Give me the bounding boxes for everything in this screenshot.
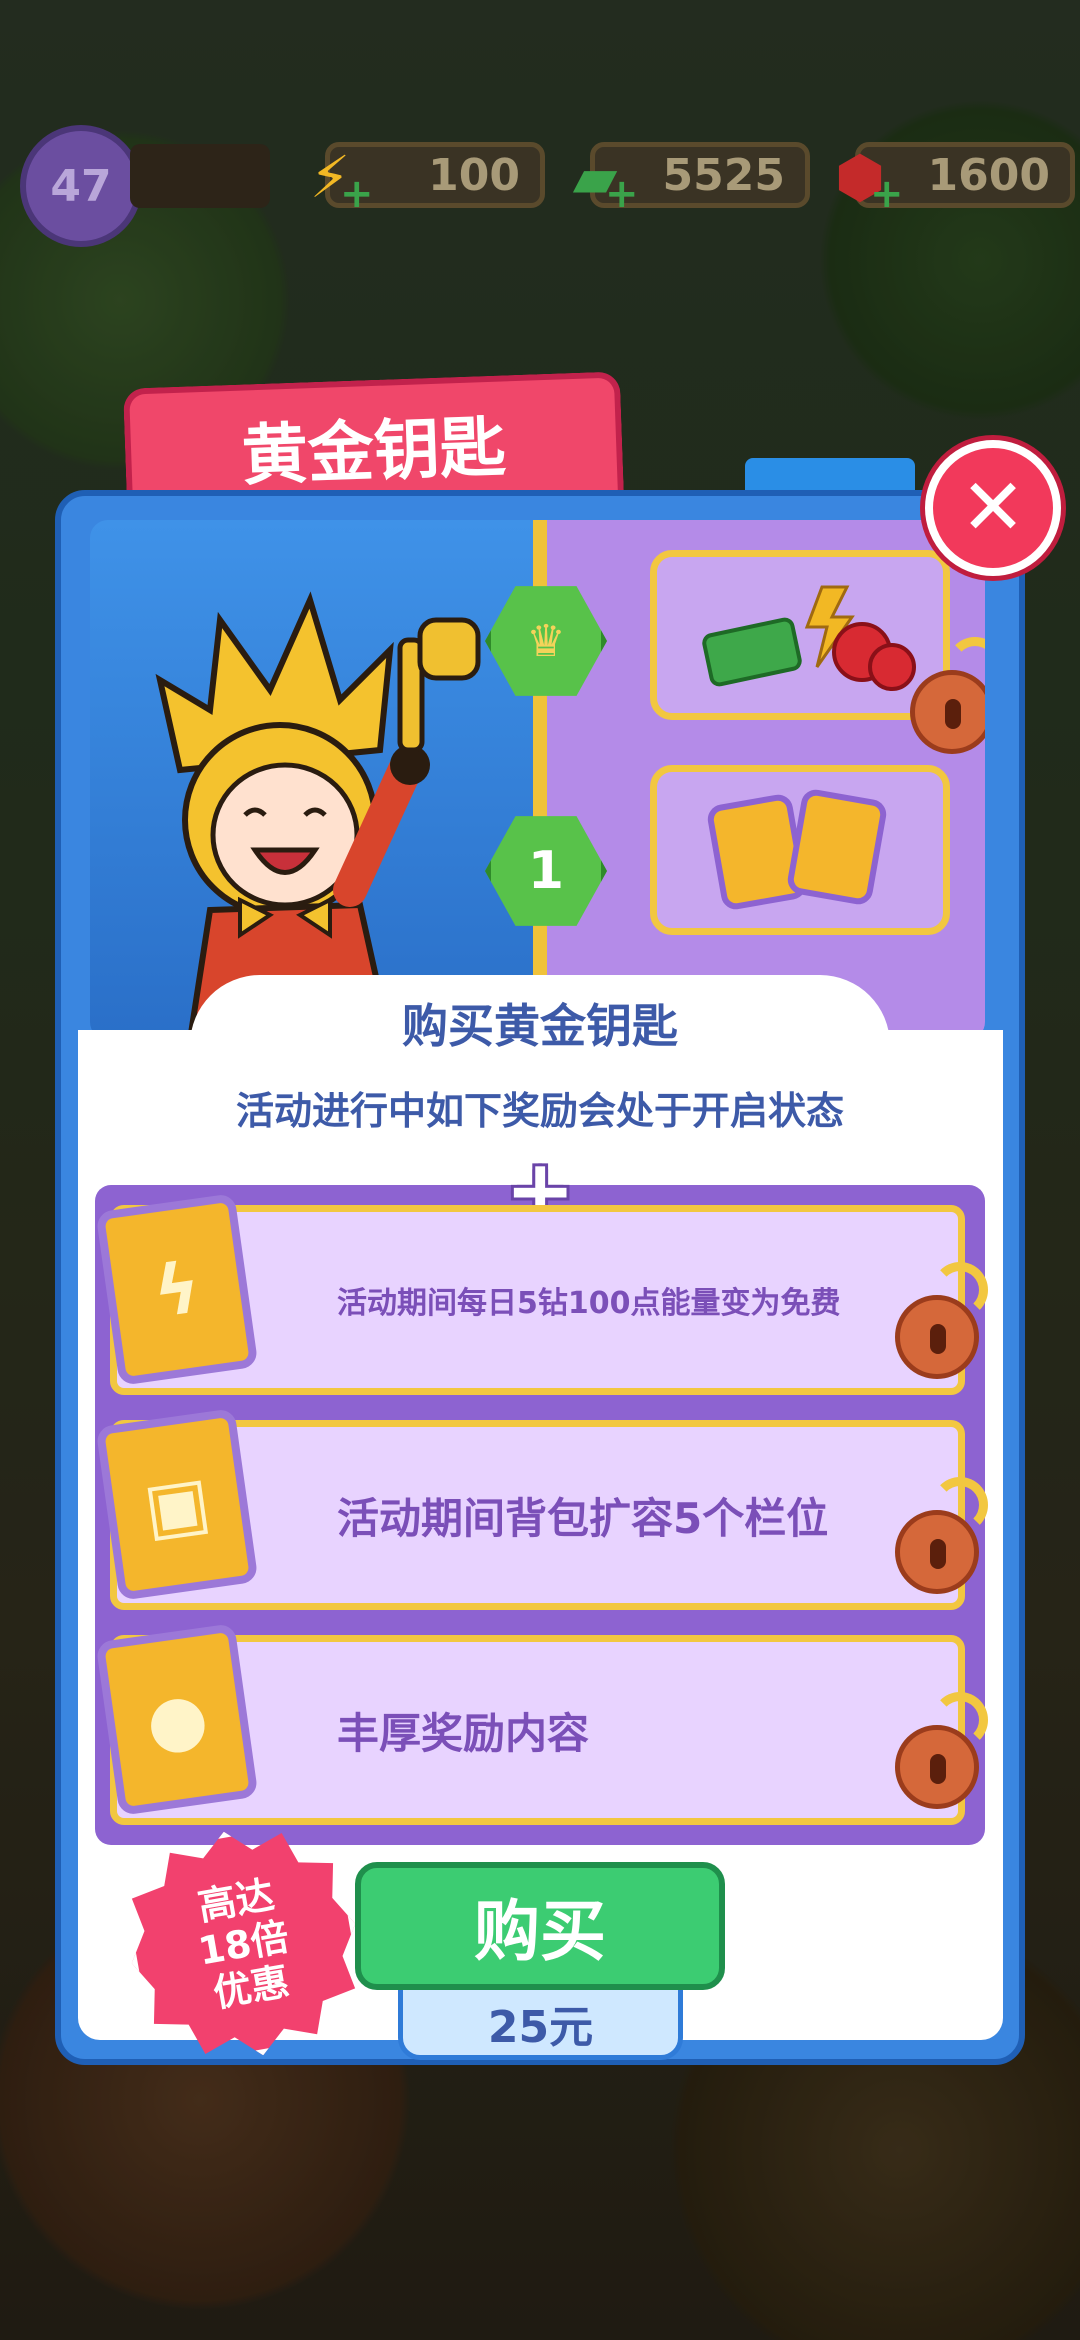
price-label: 25元: [398, 1990, 683, 2060]
close-button[interactable]: ✕: [925, 440, 1061, 576]
mascot-holding-key: [155, 591, 481, 1040]
add-gem-icon[interactable]: +: [870, 171, 904, 217]
lock-icon: [895, 1477, 988, 1594]
level-value: 47: [50, 160, 112, 212]
perk-text: 活动期间每日5钻100点能量变为免费: [337, 1286, 841, 1321]
resource-bundle-icon: [702, 585, 916, 691]
close-icon: ✕: [960, 463, 1026, 553]
tier-1-label: 1: [527, 841, 565, 901]
lock-icon: [895, 1262, 988, 1379]
cash-counter[interactable]: ▰ + 5525: [573, 142, 810, 217]
cash-value: 5525: [662, 149, 785, 201]
energy-value: 100: [428, 149, 520, 201]
purchase-description: 活动进行中如下奖励会处于开启状态: [235, 1089, 844, 1133]
gem-counter[interactable]: ⬢ + 1600: [835, 142, 1075, 217]
lock-icon: [895, 1692, 988, 1809]
lock-icon: [910, 637, 985, 754]
perk-row: ▣ 活动期间背包扩容5个栏位: [95, 1408, 965, 1610]
perk-text: 活动期间背包扩容5个栏位: [337, 1493, 829, 1543]
reward-preview: ♛ 1: [90, 520, 985, 1040]
reward-slot-resources[interactable]: [650, 550, 950, 720]
energy-card-icon: ϟ: [95, 1193, 259, 1386]
energy-counter[interactable]: ⚡ + 100: [310, 142, 545, 217]
reward-slot-cards[interactable]: [650, 765, 950, 935]
backpack-card-icon: ▣: [95, 1408, 259, 1601]
add-cash-icon[interactable]: +: [605, 171, 639, 217]
perk-row: ϟ 活动期间每日5钻100点能量变为免费: [95, 1193, 965, 1395]
bonus-cards-icon: [707, 789, 887, 910]
crown-icon: ♛: [526, 615, 566, 667]
add-energy-icon[interactable]: +: [340, 171, 374, 217]
perk-text: 丰厚奖励内容: [337, 1708, 590, 1758]
buy-button[interactable]: 购买: [355, 1862, 725, 1990]
purchase-subtitle: 购买黄金钥匙: [402, 999, 678, 1053]
gem-value: 1600: [927, 149, 1050, 201]
perk-row: ● 丰厚奖励内容: [95, 1623, 965, 1825]
balloon-card-icon: ●: [95, 1623, 259, 1816]
level-badge[interactable]: 47: [20, 125, 142, 247]
level-progress-bar: [130, 144, 270, 208]
top-hud: 47 ⚡ + 100 ▰ + 5525 ⬢ + 1600: [20, 125, 1075, 247]
